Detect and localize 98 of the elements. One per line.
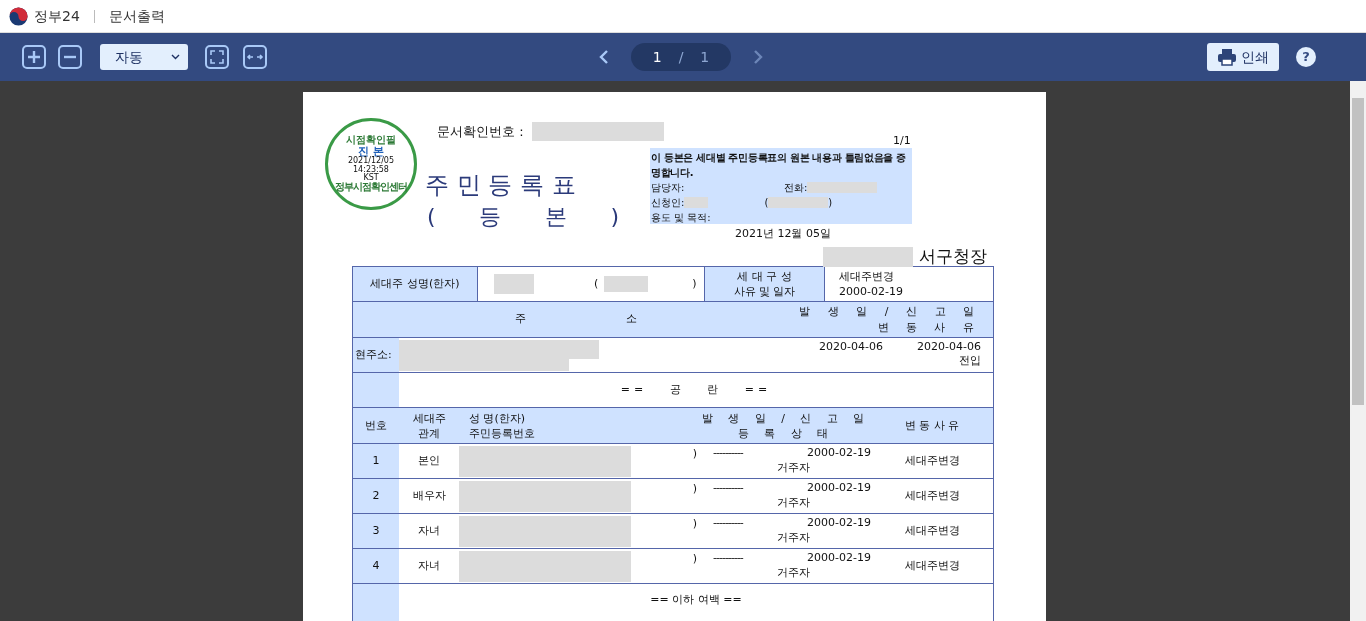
page-number-field[interactable]: 1 [652, 46, 662, 68]
page-total: 1 [700, 47, 710, 67]
issue-date: 2021년 12월 05일 [735, 226, 831, 242]
table-text: 거주자 [776, 495, 811, 510]
blurred-text [807, 182, 878, 193]
table-text: 거주자 [776, 565, 811, 580]
table-text: 2020-04-06 [917, 340, 981, 354]
paren-text: ( [764, 196, 769, 210]
table-header: 변 동 사 유 [876, 319, 981, 336]
previous-page-button[interactable] [598, 49, 610, 65]
page-separator: / [678, 47, 684, 67]
table-text: 세대주변경 [904, 487, 960, 504]
table-text: 2000-02-19 [807, 550, 871, 565]
table-text: 거주자 [776, 460, 811, 475]
table-text: 4 [372, 557, 380, 574]
blurred-text [768, 197, 829, 208]
fit-page-button[interactable] [205, 45, 229, 69]
table-text: 배우자 [412, 487, 446, 504]
help-button[interactable]: ? [1296, 47, 1316, 67]
table-text: 1 [372, 452, 380, 469]
blurred-text [604, 276, 649, 292]
table-text: ---------- [713, 550, 743, 565]
table-text: 2000-02-19 [839, 284, 904, 299]
fit-width-button[interactable] [243, 45, 267, 69]
stamp-text: 시점확인필 [346, 135, 396, 146]
table-header: 관계 [418, 425, 440, 441]
stamp-text: KST [363, 173, 379, 182]
table-header: 발 생 일 / 신 고 일 [701, 410, 871, 426]
paren-text: ) [692, 515, 697, 532]
zoom-in-button[interactable] [22, 45, 46, 69]
table-header: 세대주 [412, 410, 446, 426]
table-text: 본인 [418, 452, 440, 469]
paren-text: ) [828, 196, 833, 210]
stamp-text: 14:23:58 [353, 165, 389, 174]
table-text: 거주자 [776, 530, 811, 545]
paren-text: ) [692, 550, 697, 567]
table-text: ---------- [713, 480, 743, 495]
table-text: 세대주변경 [904, 522, 960, 539]
scrollbar[interactable] [1350, 81, 1366, 621]
document-subtitle: ( [427, 203, 436, 231]
caret-icon [171, 54, 180, 60]
table-header: 발 생 일 / 신 고 일 [799, 303, 981, 320]
logo-icon [9, 6, 28, 26]
table-text: 자녀 [418, 557, 440, 574]
blurred-text [494, 274, 534, 294]
paren-text: ) [692, 480, 697, 497]
table-text: 세대주변경 [904, 452, 960, 469]
issuer-name: 서구청장 [919, 245, 987, 268]
print-button[interactable]: 인쇄 [1207, 43, 1279, 71]
document-subtitle: 본 [544, 203, 567, 231]
table-text: 3 [372, 522, 380, 539]
table-text: 전입 [958, 354, 981, 368]
end-note: == 이하 여백 == [650, 592, 742, 608]
paren-text: ) [692, 445, 697, 462]
phone-label: 전화: [784, 181, 808, 195]
blank-note: == 공 란 == [620, 381, 772, 398]
applicant-label: 신청인: [651, 196, 685, 210]
table-text: 2000-02-19 [807, 445, 871, 460]
page-count: 1/1 [893, 133, 911, 149]
table-header: 변 동 사 유 [904, 418, 960, 433]
table-header: 주 [515, 311, 527, 328]
table-header: 번호 [365, 418, 387, 433]
table-header: 소 [626, 311, 638, 328]
zoom-select[interactable]: 자동 [100, 44, 188, 70]
scrollbar-thumb[interactable] [1352, 98, 1364, 405]
table-text: 2000-02-19 [807, 515, 871, 530]
document-subtitle: ) [610, 203, 619, 231]
address-label: 현주소: [355, 347, 392, 363]
blurred-text [684, 197, 709, 208]
table-header: 주민등록번호 [469, 425, 535, 441]
purpose-label: 용도 및 목적: [651, 211, 712, 225]
document-subtitle: 등 [479, 203, 502, 231]
table-header: 세 대 구 성 [737, 269, 792, 284]
zoom-out-button[interactable] [58, 45, 82, 69]
table-text: 2000-02-19 [807, 480, 871, 495]
table-text: 2020-04-06 [819, 340, 883, 354]
paren-text: ) [692, 275, 697, 292]
table-header: 세대주 성명(한자) [370, 275, 460, 292]
table-text: 세대주변경 [904, 557, 960, 574]
table-header: 등 록 상 태 [737, 425, 835, 441]
paren-text: ( [594, 275, 599, 292]
brand-name: 정부24 [34, 6, 80, 26]
stamp-text: 2021/12/05 [347, 157, 395, 166]
table-header: 사유 및 일자 [733, 284, 796, 299]
table-text: ---------- [713, 515, 743, 530]
document-title: 주 민 등 록 표 [425, 170, 577, 201]
table-text: 자녀 [418, 522, 440, 539]
doc-number-label: 문서확인번호 : [437, 123, 524, 141]
table-text: ---------- [713, 445, 743, 460]
printer-icon [1217, 48, 1237, 66]
table-text: 세대주변경 [839, 269, 895, 284]
table-header: 성 명(한자) [469, 410, 526, 426]
stamp-text: 진 본 [358, 145, 384, 158]
window-title: 문서출력 [108, 6, 165, 26]
stamp-text: 정부시점확인센터 [335, 182, 407, 193]
table-text: 2 [372, 487, 380, 504]
contact-label: 담당자: [651, 181, 686, 195]
notice-text: 이 등본은 세대별 주민등록표의 원본 내용과 틀림없음을 증명합니다. [651, 151, 908, 180]
